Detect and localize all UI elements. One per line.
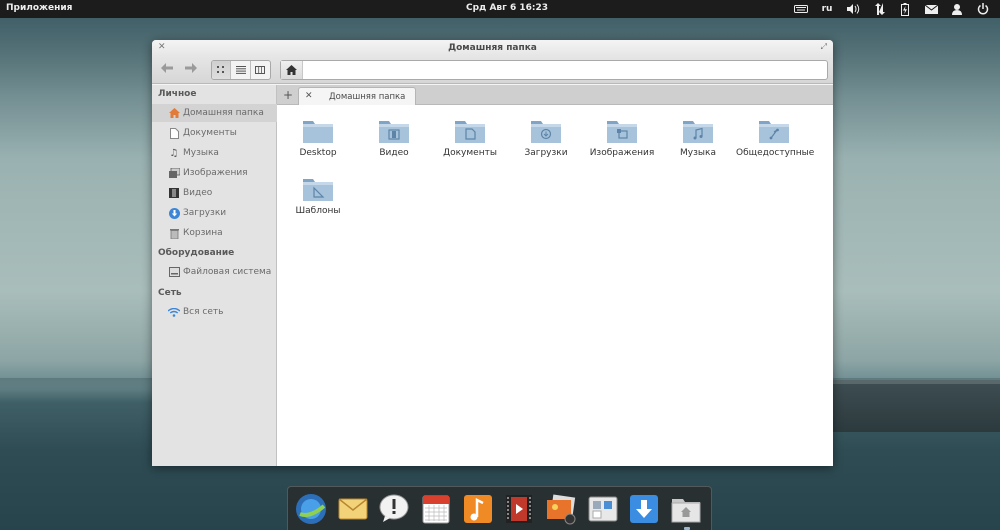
sidebar-item-label: Домашняя папка	[183, 108, 264, 118]
sidebar-header-personal: Личное	[158, 89, 197, 99]
photos-icon[interactable]	[544, 492, 578, 526]
chat-icon[interactable]	[377, 492, 411, 526]
mail-icon[interactable]	[918, 1, 944, 17]
file-name: Документы	[443, 148, 497, 158]
battery-icon[interactable]	[892, 1, 918, 17]
folder-pictures[interactable]: Изображения	[584, 116, 660, 166]
folder-downloads[interactable]: Загрузки	[508, 116, 584, 166]
folder-icon	[303, 121, 333, 143]
new-tab-button[interactable]: +	[280, 87, 296, 103]
folder-video-icon	[379, 121, 409, 143]
icon-view-button[interactable]	[212, 61, 232, 79]
close-icon[interactable]: ✕	[305, 91, 313, 101]
mail-icon[interactable]	[336, 492, 370, 526]
video-icon[interactable]	[502, 492, 536, 526]
column-view-button[interactable]	[251, 61, 270, 79]
sidebar-item-network[interactable]: Вся сеть	[152, 303, 277, 321]
folder-downloads-icon	[531, 121, 561, 143]
volume-icon[interactable]	[840, 1, 866, 17]
sidebar-item-documents[interactable]: Документы	[152, 124, 277, 142]
folder-templates[interactable]: Шаблоны	[280, 174, 356, 224]
wifi-icon	[168, 306, 180, 318]
image-icon	[168, 167, 180, 179]
music-note-icon: ♫	[169, 147, 179, 159]
file-name: Видео	[379, 148, 409, 158]
files-icon[interactable]	[669, 492, 703, 526]
file-name: Desktop	[299, 148, 337, 158]
sidebar-header-hardware: Оборудование	[158, 248, 235, 258]
calendar-icon[interactable]	[419, 492, 453, 526]
sidebar-item-label: Загрузки	[183, 208, 227, 218]
sidebar-item-label: Вся сеть	[183, 307, 224, 317]
sidebar-item-label: Музыка	[183, 148, 219, 158]
folder-documents-icon	[455, 121, 485, 143]
clock[interactable]: Срд Авг 6 16:23	[466, 3, 548, 13]
sidebar-item-label: Файловая система	[183, 267, 272, 277]
sidebar-item-pictures[interactable]: Изображения	[152, 164, 277, 182]
sidebar-item-label: Видео	[183, 188, 213, 198]
tab-label: Домашняя папка	[329, 92, 406, 102]
sidebar: Личное Домашняя папка Документы ♫ Музыка…	[152, 85, 277, 466]
keyboard-icon[interactable]	[788, 1, 814, 17]
sidebar-item-home[interactable]: Домашняя папка	[152, 104, 277, 122]
folder-desktop[interactable]: Desktop	[280, 116, 356, 166]
sidebar-item-music[interactable]: ♫ Музыка	[152, 144, 277, 162]
system-tray: ru	[788, 1, 996, 17]
file-name: Изображения	[589, 148, 655, 158]
folder-video[interactable]: Видео	[356, 116, 432, 166]
list-view-button[interactable]	[231, 61, 251, 79]
music-icon[interactable]	[461, 492, 495, 526]
settings-icon[interactable]	[586, 492, 620, 526]
back-arrow-icon[interactable]	[158, 62, 176, 78]
document-icon	[168, 127, 180, 139]
film-icon	[168, 187, 180, 199]
sidebar-header-network: Сеть	[158, 288, 182, 298]
download-icon	[168, 207, 180, 219]
trash-icon	[168, 227, 180, 239]
dock	[287, 486, 712, 530]
toolbar	[152, 56, 833, 84]
sidebar-item-label: Документы	[183, 128, 237, 138]
file-name: Общедоступные	[736, 148, 815, 158]
network-icon[interactable]	[866, 1, 892, 17]
folder-public-icon	[759, 121, 789, 143]
keyboard-layout-indicator[interactable]: ru	[814, 1, 840, 17]
home-icon	[168, 107, 180, 119]
folder-documents[interactable]: Документы	[432, 116, 508, 166]
sidebar-item-label: Изображения	[183, 168, 248, 178]
file-name: Шаблоны	[295, 206, 341, 216]
window-title: Домашняя папка	[448, 43, 537, 53]
folder-templates-icon	[303, 179, 333, 201]
folder-music-icon	[683, 121, 713, 143]
sidebar-item-filesystem[interactable]: Файловая система	[152, 263, 277, 281]
sidebar-item-label: Корзина	[183, 228, 223, 238]
sidebar-item-video[interactable]: Видео	[152, 184, 277, 202]
drive-icon	[168, 266, 180, 278]
sidebar-item-trash[interactable]: Корзина	[152, 224, 277, 242]
folder-pictures-icon	[607, 121, 637, 143]
maximize-icon[interactable]: ⤢	[821, 42, 827, 52]
sidebar-item-downloads[interactable]: Загрузки	[152, 204, 277, 222]
tab-home[interactable]: ✕ Домашняя папка	[298, 87, 416, 106]
file-name: Загрузки	[524, 148, 568, 158]
top-panel: Приложения Срд Авг 6 16:23 ru	[0, 0, 1000, 18]
view-switcher	[211, 60, 271, 80]
browser-icon[interactable]	[294, 492, 328, 526]
user-icon[interactable]	[944, 1, 970, 17]
tab-bar: + ✕ Домашняя папка	[277, 85, 833, 106]
title-bar[interactable]: ✕ Домашняя папка ⤢	[152, 40, 833, 56]
forward-arrow-icon[interactable]	[182, 62, 200, 78]
folder-public[interactable]: Общедоступные	[736, 116, 815, 166]
home-icon[interactable]	[281, 61, 303, 79]
software-center-icon[interactable]	[627, 492, 661, 526]
folder-music[interactable]: Музыка	[660, 116, 736, 166]
applications-menu[interactable]: Приложения	[6, 3, 72, 13]
file-name: Музыка	[680, 148, 716, 158]
file-grid: Desktop Видео Документы Загрузки Изображ…	[277, 105, 833, 466]
file-manager-window: ✕ Домашняя папка ⤢ Личное Домашняя папка…	[152, 40, 833, 466]
power-icon[interactable]	[970, 1, 996, 17]
wallpaper-pier	[830, 384, 1000, 432]
path-bar[interactable]	[280, 60, 828, 80]
